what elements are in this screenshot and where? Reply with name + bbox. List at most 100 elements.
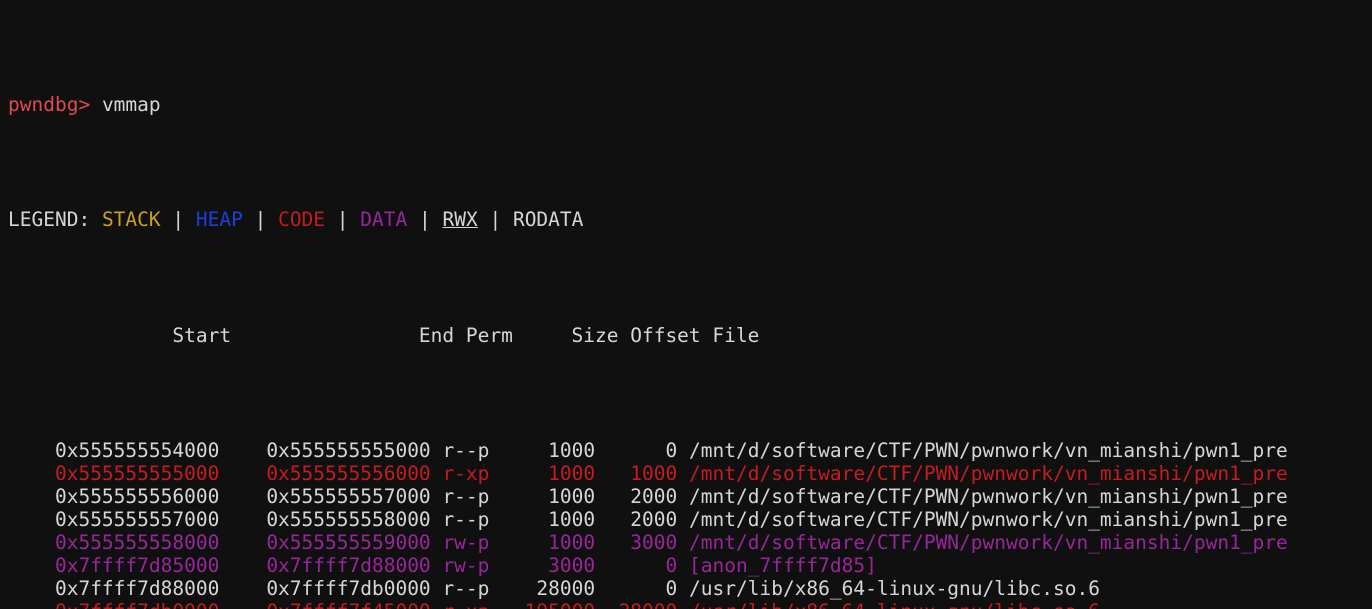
cell-end: 0x555555556000 [266,461,431,485]
cell-start: 0x555555556000 [54,484,220,508]
command-text: vmmap [101,93,161,117]
cell-gap [8,439,55,462]
cell-end: 0x555555559000 [266,531,431,555]
cell-end: 0x555555557000 [266,484,431,508]
cell-gap [219,462,266,485]
cell-size: 195000 [501,600,595,609]
cell-gap [219,439,266,462]
cell-offset: 2000 [606,508,678,532]
cell-gap [431,600,443,609]
cell-gap [677,439,689,462]
cell-gap [489,531,501,554]
cell-gap [489,554,501,577]
cell-gap [431,554,443,577]
legend-gap [90,208,102,231]
cell-perm: r-xp [442,600,489,609]
cell-gap [8,577,55,600]
cell-end: 0x7ffff7db0000 [266,577,431,601]
cell-end: 0x555555558000 [266,508,431,532]
legend-sep-4: | [407,208,443,232]
cell-gap [431,462,443,485]
cell-gap [8,508,55,531]
legend-sep-1: | [160,208,196,232]
legend-sep-3: | [325,208,361,232]
cell-gap [677,600,689,609]
legend-item-stack: STACK [101,208,161,232]
cell-offset: 3000 [606,531,678,555]
cell-file: /usr/lib/x86_64-linux-gnu/libc.so.6 [689,577,1100,601]
table-header: Start End Perm Size Offset File [8,323,760,347]
cell-perm: r--p [442,438,490,462]
cell-gap [489,577,501,600]
cell-gap [8,462,55,485]
cell-offset: 28000 [607,600,678,609]
cell-gap [489,439,501,462]
cell-gap [8,531,55,554]
cell-offset: 0 [606,554,678,578]
cell-gap [489,508,501,531]
cell-gap [489,462,501,485]
cell-gap [595,508,607,531]
cell-gap [677,462,689,485]
cell-file: /mnt/d/software/CTF/PWN/pwnwork/vn_mians… [689,484,1288,508]
cell-perm: rw-p [442,531,490,555]
cell-gap [219,554,266,577]
cell-size: 3000 [501,554,596,578]
table-row: 0x7ffff7d85000 0x7ffff7d88000 rw-p 3000 … [8,554,1372,577]
cell-gap [677,508,689,531]
prompt-label: pwndbg> [8,93,91,117]
cell-start: 0x7ffff7db0000 [55,600,219,609]
cell-end: 0x7ffff7d88000 [266,554,431,578]
terminal-window[interactable]: pwndbg> vmmap LEGEND: STACK | HEAP | COD… [0,0,1372,609]
legend-item-heap: HEAP [195,208,243,232]
cell-end: 0x7ffff7f45000 [266,600,430,609]
cell-gap [489,600,501,609]
cell-gap [595,485,607,508]
cell-perm: r--p [442,484,490,508]
table-row: 0x555555554000 0x555555555000 r--p 1000 … [8,439,1372,462]
cell-gap [677,554,689,577]
cell-file: /mnt/d/software/CTF/PWN/pwnwork/vn_mians… [689,508,1288,532]
cell-gap [489,485,501,508]
cell-gap [219,508,266,531]
cell-start: 0x555555554000 [54,438,220,462]
cell-file: /mnt/d/software/CTF/PWN/pwnwork/vn_mians… [689,531,1288,555]
cell-perm: r--p [442,577,490,601]
legend-label: LEGEND: [8,208,91,232]
cell-gap [595,554,607,577]
cell-gap [595,600,607,609]
cell-start: 0x555555555000 [54,461,220,485]
cell-gap [595,577,607,600]
cell-size: 28000 [501,577,596,601]
cell-gap [595,439,607,462]
legend-item-rodata: RODATA [512,208,584,232]
cell-gap [219,577,266,600]
cell-file: /mnt/d/software/CTF/PWN/pwnwork/vn_mians… [689,461,1288,485]
cell-gap [219,485,266,508]
legend-line: LEGEND: STACK | HEAP | CODE | DATA | RWX… [8,208,1372,231]
cell-size: 1000 [501,438,596,462]
legend-item-data: DATA [360,208,408,232]
cell-gap [595,531,607,554]
cell-gap [431,531,443,554]
cell-size: 1000 [501,508,596,532]
cell-gap [219,531,266,554]
cell-start: 0x7ffff7d85000 [54,554,220,578]
cell-perm: r-xp [442,461,490,485]
cell-gap [431,439,443,462]
cell-gap [595,462,607,485]
cell-file: /mnt/d/software/CTF/PWN/pwnwork/vn_mians… [689,438,1288,462]
cell-size: 1000 [501,484,596,508]
cell-gap [431,577,443,600]
cell-gap [8,600,55,609]
table-row: 0x555555557000 0x555555558000 r--p 1000 … [8,508,1372,531]
cell-file: /usr/lib/x86_64-linux-gnu/libc.so.6 [689,600,1100,609]
cell-start: 0x7ffff7d88000 [54,577,220,601]
table-row: 0x555555558000 0x555555559000 rw-p 1000 … [8,531,1372,554]
cell-gap [677,485,689,508]
vmmap-table-body: 0x555555554000 0x555555555000 r--p 1000 … [8,439,1372,609]
table-row: 0x7ffff7d88000 0x7ffff7db0000 r--p 28000… [8,577,1372,600]
cell-gap [8,554,55,577]
cell-size: 1000 [501,461,596,485]
